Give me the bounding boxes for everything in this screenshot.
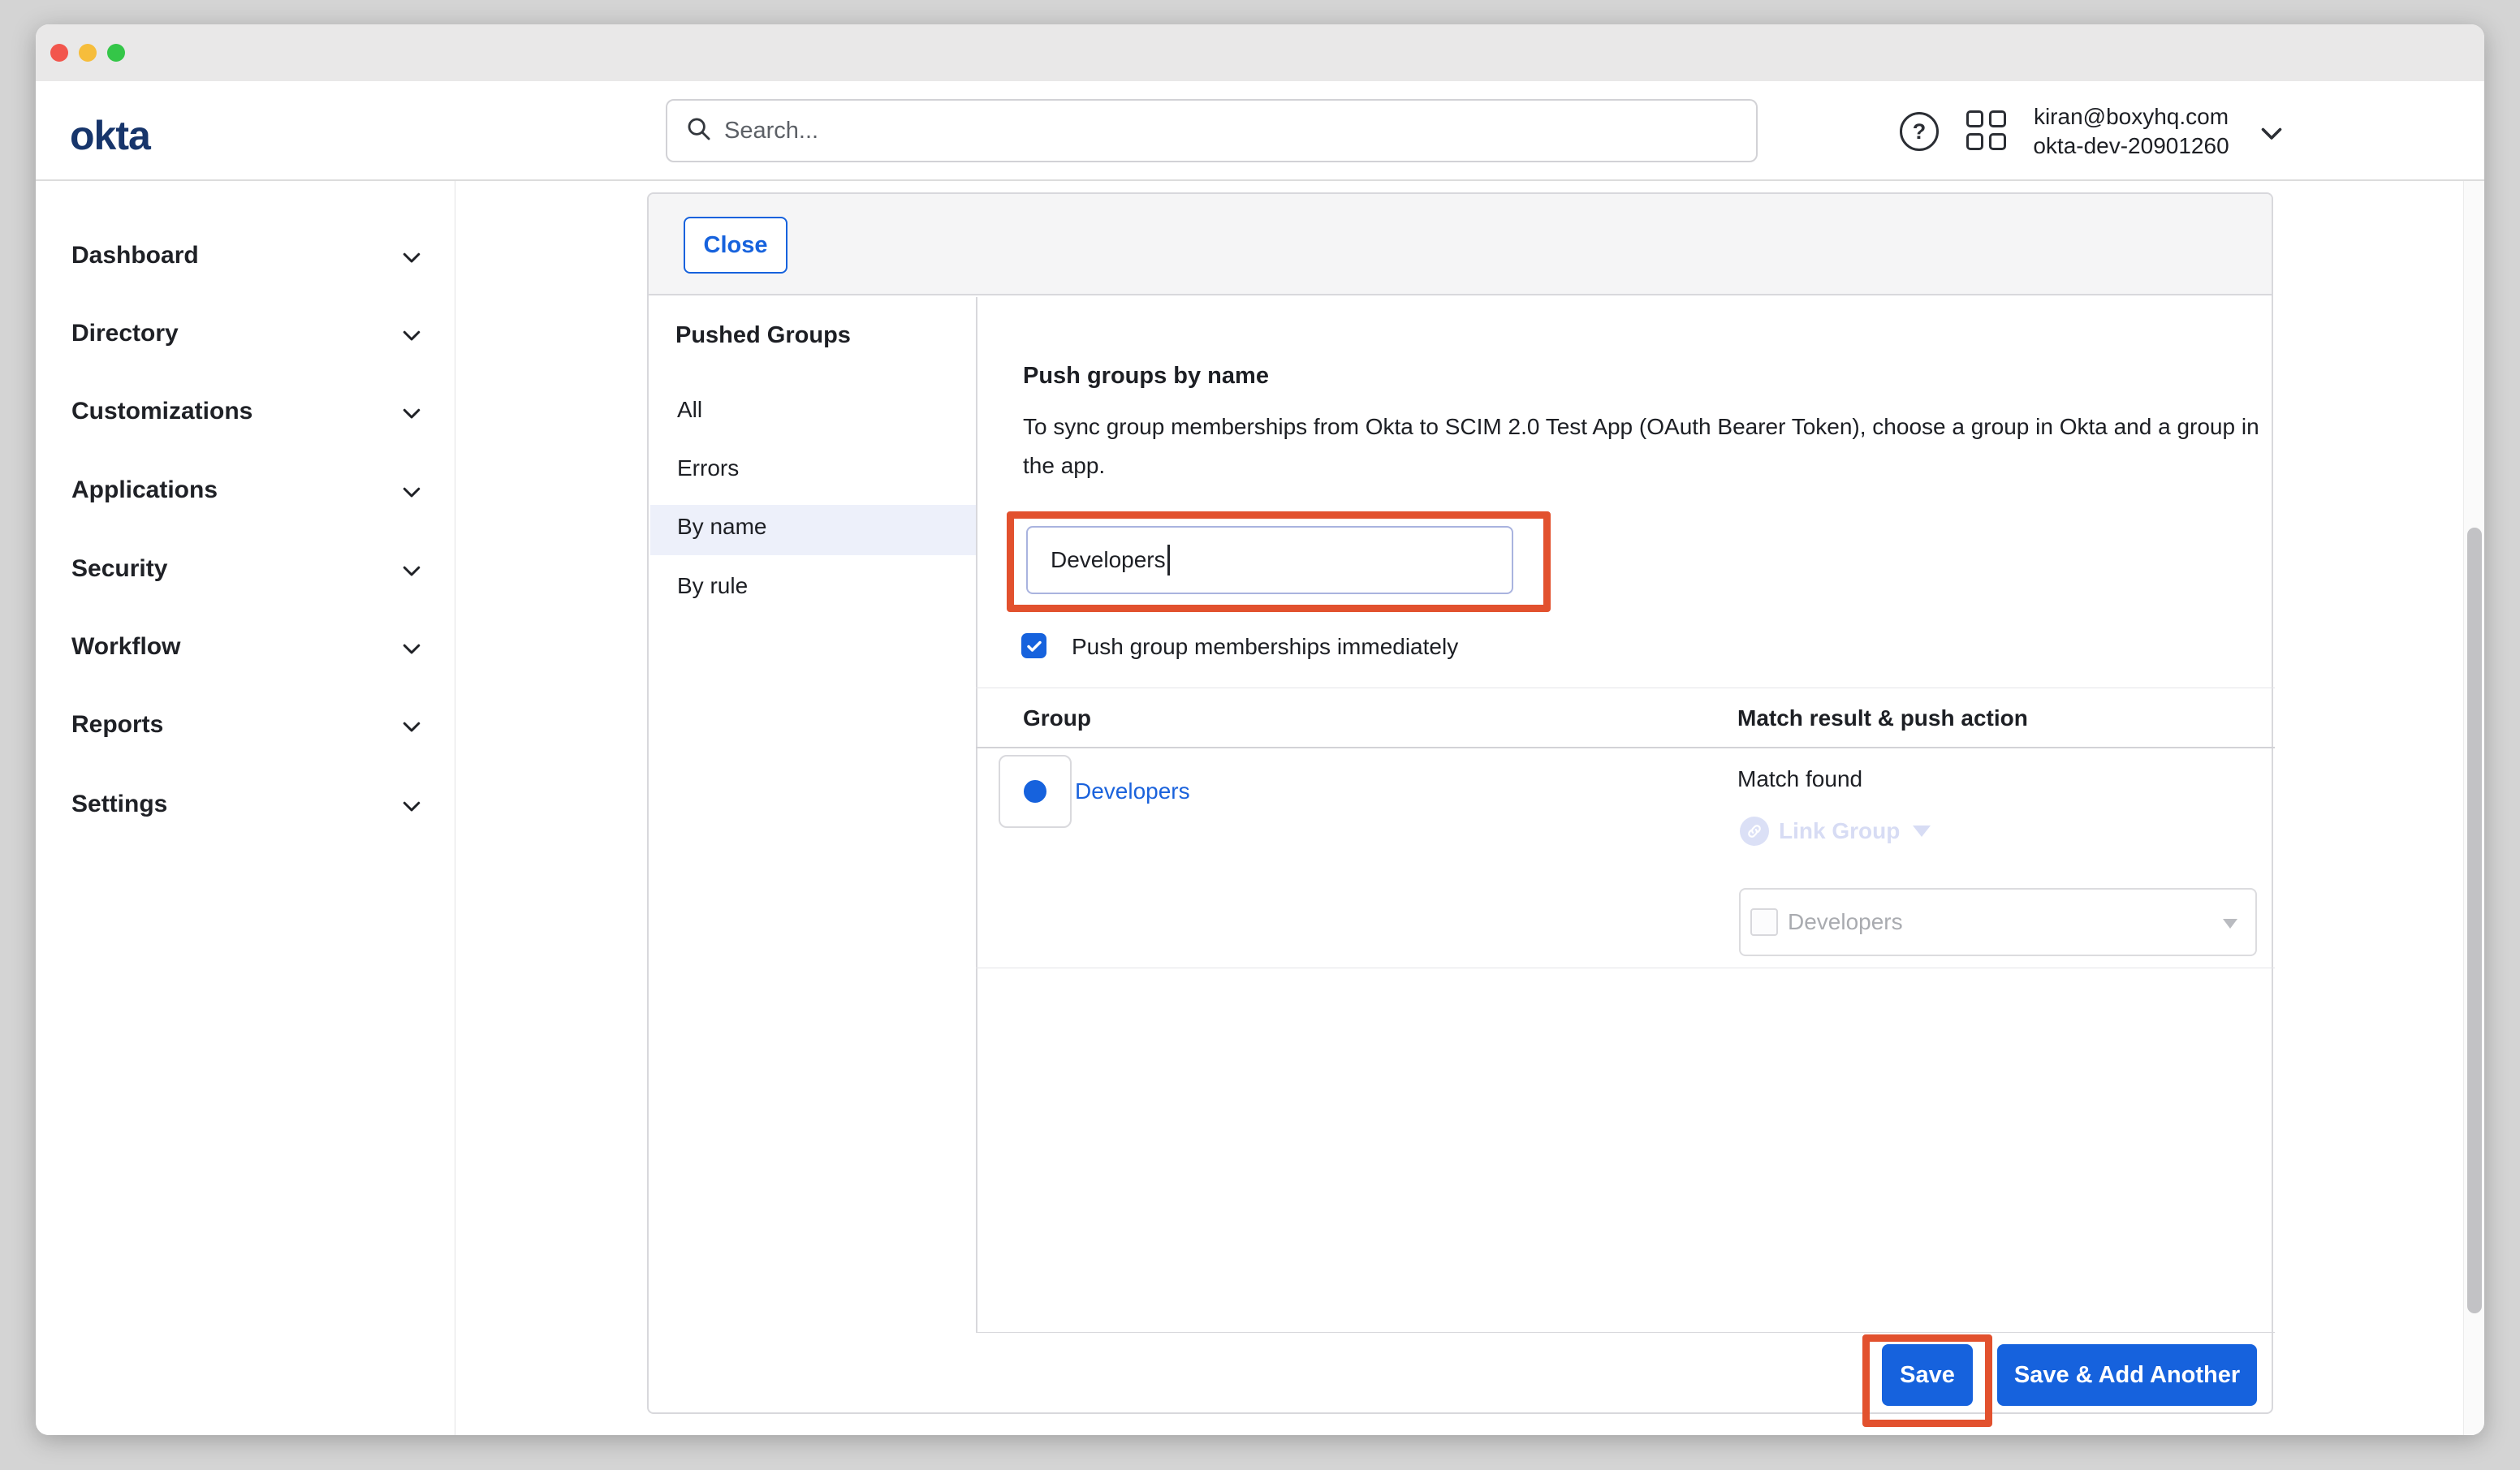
window-zoom-button[interactable] [107, 44, 125, 62]
chevron-down-icon [399, 794, 424, 822]
scrollbar-thumb[interactable] [2467, 528, 2482, 1313]
target-group-value: Developers [1788, 909, 1903, 935]
help-icon[interactable]: ? [1900, 112, 1939, 151]
text-cursor [1167, 545, 1170, 575]
app-header: okta Search... ? kiran@boxyhq.com okta-d… [36, 81, 2484, 181]
window-minimize-button[interactable] [79, 44, 97, 62]
chain-link-icon [1740, 817, 1769, 846]
select-caret-icon [2223, 919, 2237, 929]
dropdown-triangle-icon [1913, 826, 1931, 837]
sidebar-item-customizations[interactable]: Customizations [36, 394, 455, 430]
account-email: kiran@boxyhq.com [2022, 102, 2241, 131]
group-icon-tile [999, 755, 1072, 828]
save-button[interactable]: Save [1882, 1344, 1973, 1406]
sidebar-item-directory[interactable]: Directory [36, 317, 455, 352]
link-group-button[interactable]: Link Group [1740, 816, 1931, 847]
target-group-select[interactable]: Developers [1739, 888, 2257, 956]
checkmark-icon [1025, 636, 1044, 656]
account-org: okta-dev-20901260 [2022, 131, 2241, 161]
chevron-down-icon [399, 636, 424, 665]
divider [976, 747, 2275, 748]
scrollbar-track[interactable] [2463, 181, 2484, 1435]
sidebar: Dashboard Directory Customizations Appli… [36, 181, 455, 1435]
group-name-input[interactable]: Developers [1026, 526, 1513, 594]
chevron-down-icon [399, 401, 424, 429]
search-input[interactable]: Search... [666, 99, 1758, 162]
push-immediately-checkbox[interactable] [1021, 633, 1046, 658]
chevron-down-icon [399, 714, 424, 743]
subnav-item-errors[interactable]: Errors [649, 452, 976, 488]
desktop-background: okta Search... ? kiran@boxyhq.com okta-d… [0, 0, 2520, 1470]
column-header-group: Group [1023, 705, 1091, 731]
window-close-button[interactable] [50, 44, 68, 62]
group-avatar-icon [1024, 780, 1046, 803]
group-placeholder-icon [1750, 908, 1778, 936]
subnav-title: Pushed Groups [675, 322, 851, 349]
search-icon [685, 115, 713, 147]
checkbox-label: Push group memberships immediately [1072, 634, 1458, 660]
divider [976, 297, 977, 1332]
sidebar-item-applications[interactable]: Applications [36, 473, 455, 509]
column-header-match: Match result & push action [1737, 705, 2028, 731]
panel-header: Close [649, 194, 2272, 295]
chevron-down-icon [399, 480, 424, 508]
browser-window: okta Search... ? kiran@boxyhq.com okta-d… [36, 24, 2484, 1435]
sidebar-item-dashboard[interactable]: Dashboard [36, 239, 455, 274]
account-menu[interactable]: kiran@boxyhq.com okta-dev-20901260 [2022, 102, 2241, 161]
search-placeholder: Search... [724, 118, 818, 144]
push-groups-panel: Close Pushed Groups All Errors By name B… [647, 192, 2273, 1414]
window-titlebar [36, 24, 2484, 81]
chevron-down-icon [399, 245, 424, 274]
okta-logo[interactable]: okta [70, 112, 150, 159]
subnav-item-all[interactable]: All [649, 394, 976, 429]
link-group-label: Link Group [1779, 818, 1900, 844]
group-link[interactable]: Developers [1075, 778, 1190, 804]
account-chevron-down-icon[interactable] [2257, 119, 2286, 152]
subnav-item-by-rule[interactable]: By rule [649, 570, 976, 606]
sidebar-item-settings[interactable]: Settings [36, 787, 455, 823]
match-result-text: Match found [1737, 766, 1862, 792]
save-add-another-button[interactable]: Save & Add Another [1997, 1344, 2257, 1406]
sidebar-item-security[interactable]: Security [36, 552, 455, 588]
close-button[interactable]: Close [684, 217, 788, 274]
sidebar-item-reports[interactable]: Reports [36, 708, 455, 744]
sidebar-item-workflow[interactable]: Workflow [36, 630, 455, 666]
group-name-value: Developers [1051, 547, 1166, 573]
page-title: Push groups by name [1023, 363, 1269, 390]
page-description: To sync group memberships from Okta to S… [1023, 407, 2289, 485]
apps-grid-icon[interactable] [1966, 110, 2010, 153]
chevron-down-icon [399, 323, 424, 351]
divider [976, 1332, 2275, 1333]
chevron-down-icon [399, 558, 424, 587]
subnav-item-by-name[interactable]: By name [649, 511, 976, 546]
